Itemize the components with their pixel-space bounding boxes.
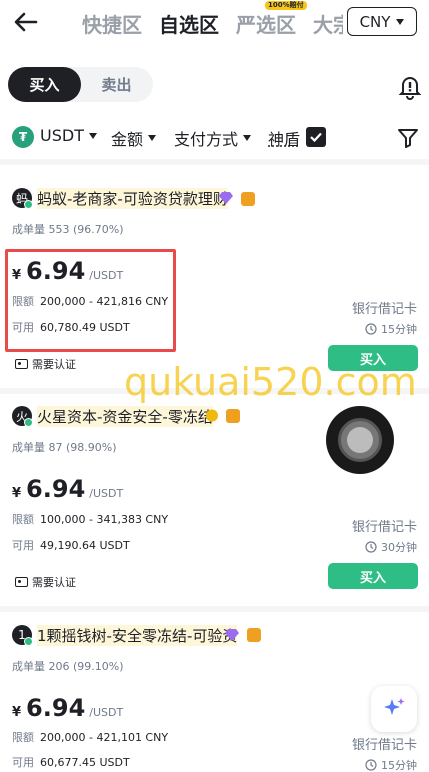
available-label: 可用 bbox=[12, 756, 34, 769]
available-value: 49,190.64 USDT bbox=[40, 539, 130, 552]
verification-required: 需要认证 bbox=[15, 574, 76, 590]
stats-value: 553 (96.70%) bbox=[49, 223, 124, 236]
coin-filter[interactable]: USDT bbox=[40, 126, 97, 145]
limit-row: 限额 100,000 - 341,383 CNY bbox=[12, 511, 168, 527]
currency-select[interactable]: CNY bbox=[347, 7, 417, 36]
order-stats: 成单量 206 (99.10%) bbox=[12, 658, 124, 674]
currency-value: CNY bbox=[360, 13, 391, 31]
amount-filter-label: 金额 bbox=[111, 126, 143, 150]
payment-method: 银行借记卡 bbox=[352, 734, 417, 753]
stats-value: 206 (99.10%) bbox=[49, 660, 124, 673]
order-stats: 成单量 553 (96.70%) bbox=[12, 221, 124, 237]
verify-label: 需要认证 bbox=[32, 356, 76, 372]
filter-funnel-icon[interactable] bbox=[396, 126, 420, 150]
payment-filter[interactable]: 支付方式 bbox=[174, 126, 251, 150]
section-divider bbox=[0, 159, 429, 165]
verification-required: 需要认证 bbox=[15, 356, 76, 372]
highlight-box bbox=[5, 249, 176, 352]
section-divider bbox=[0, 606, 429, 612]
tab-strict[interactable]: 严选区 bbox=[236, 9, 296, 38]
limit-label: 限额 bbox=[12, 513, 34, 526]
coin-filter-label: USDT bbox=[40, 126, 84, 145]
price: 6.94 bbox=[26, 475, 85, 503]
stats-label: 成单量 bbox=[12, 223, 45, 236]
merchant-shield-icon bbox=[247, 628, 261, 642]
ai-assistant-button[interactable] bbox=[371, 686, 417, 732]
limit-value: 200,000 - 421,101 CNY bbox=[40, 731, 168, 744]
diamond-icon bbox=[225, 628, 239, 641]
chevron-down-icon bbox=[148, 135, 156, 141]
price-unit: /USDT bbox=[89, 487, 123, 500]
chevron-down-icon bbox=[89, 133, 97, 139]
disc-core bbox=[347, 427, 373, 453]
time-value: 15分钟 bbox=[381, 321, 417, 337]
sell-tab[interactable]: 卖出 bbox=[80, 67, 153, 102]
available-value: 60,677.45 USDT bbox=[40, 756, 130, 769]
time-value: 15分钟 bbox=[381, 757, 417, 772]
available-row: 可用 49,190.64 USDT bbox=[12, 537, 130, 553]
price: 6.94 bbox=[26, 694, 85, 722]
tab-selfselect[interactable]: 自选区 bbox=[159, 9, 219, 38]
merchant-shield-icon bbox=[226, 409, 240, 423]
available-label: 可用 bbox=[12, 539, 34, 552]
filter-bar: ₮ USDT 金额 支付方式 神盾 bbox=[0, 122, 429, 154]
price-unit: /USDT bbox=[89, 706, 123, 719]
payment-time: 15分钟 bbox=[365, 321, 417, 337]
payment-method: 银行借记卡 bbox=[352, 298, 417, 317]
top-nav: 快捷区 自选区 严选区 100%赔付 大宗 CNY bbox=[0, 0, 429, 44]
stats-value: 87 (98.90%) bbox=[49, 441, 117, 454]
usdt-coin-icon: ₮ bbox=[12, 126, 34, 148]
tab-quick[interactable]: 快捷区 bbox=[82, 9, 142, 38]
tab-bulk[interactable]: 大宗 bbox=[313, 9, 343, 38]
stats-label: 成单量 bbox=[12, 660, 45, 673]
merchant-name[interactable]: 1颗摇钱树-安全零冻结-可验资 bbox=[37, 625, 237, 646]
online-status-dot bbox=[24, 418, 33, 427]
id-card-icon bbox=[15, 359, 28, 369]
buy-tab[interactable]: 买入 bbox=[8, 67, 81, 102]
watermark: qukuai520.com bbox=[124, 360, 417, 404]
payment-time: 15分钟 bbox=[365, 757, 417, 772]
chevron-down-icon bbox=[243, 135, 251, 141]
sparkle-icon bbox=[380, 695, 408, 723]
shield-checkbox[interactable] bbox=[306, 127, 326, 147]
online-status-dot bbox=[24, 200, 33, 209]
chevron-down-icon bbox=[396, 19, 404, 25]
clock-icon bbox=[365, 323, 377, 335]
payment-filter-label: 支付方式 bbox=[174, 126, 238, 150]
clock-icon bbox=[365, 541, 377, 553]
merchant-name[interactable]: 火星资本-资金安全-零冻结 bbox=[37, 406, 213, 427]
clock-icon bbox=[365, 759, 377, 771]
gold-badge-icon bbox=[205, 409, 219, 422]
limit-value: 100,000 - 341,383 CNY bbox=[40, 513, 168, 526]
diamond-icon bbox=[219, 191, 233, 204]
limit-row: 限额 200,000 - 421,101 CNY bbox=[12, 729, 168, 745]
compensation-badge: 100%赔付 bbox=[265, 1, 307, 10]
available-row: 可用 60,677.45 USDT bbox=[12, 754, 130, 770]
verify-label: 需要认证 bbox=[32, 574, 76, 590]
amount-filter[interactable]: 金额 bbox=[111, 126, 156, 150]
time-value: 30分钟 bbox=[381, 539, 417, 555]
currency-symbol: ¥ bbox=[12, 705, 21, 720]
currency-symbol: ¥ bbox=[12, 486, 21, 501]
price-row: ¥ 6.94 /USDT bbox=[12, 694, 123, 722]
merchant-shield-icon bbox=[241, 192, 255, 206]
buy-button[interactable]: 买入 bbox=[328, 563, 418, 589]
shield-label: 神盾 bbox=[268, 126, 300, 150]
order-stats: 成单量 87 (98.90%) bbox=[12, 439, 117, 455]
shield-filter-label: 神盾 bbox=[268, 126, 300, 150]
payment-method: 银行借记卡 bbox=[352, 516, 417, 535]
back-arrow-icon[interactable] bbox=[12, 8, 40, 36]
notification-bell-icon[interactable] bbox=[396, 72, 424, 100]
price-row: ¥ 6.94 /USDT bbox=[12, 475, 123, 503]
limit-label: 限额 bbox=[12, 731, 34, 744]
id-card-icon bbox=[15, 577, 28, 587]
stats-label: 成单量 bbox=[12, 441, 45, 454]
buy-sell-toggle: 卖出 买入 bbox=[8, 67, 153, 102]
merchant-name[interactable]: 蚂蚁-老商家-可验资贷款理财 bbox=[37, 188, 228, 209]
payment-time: 30分钟 bbox=[365, 539, 417, 555]
floating-disc-button[interactable] bbox=[326, 406, 394, 474]
online-status-dot bbox=[24, 637, 33, 646]
check-icon bbox=[309, 130, 323, 144]
